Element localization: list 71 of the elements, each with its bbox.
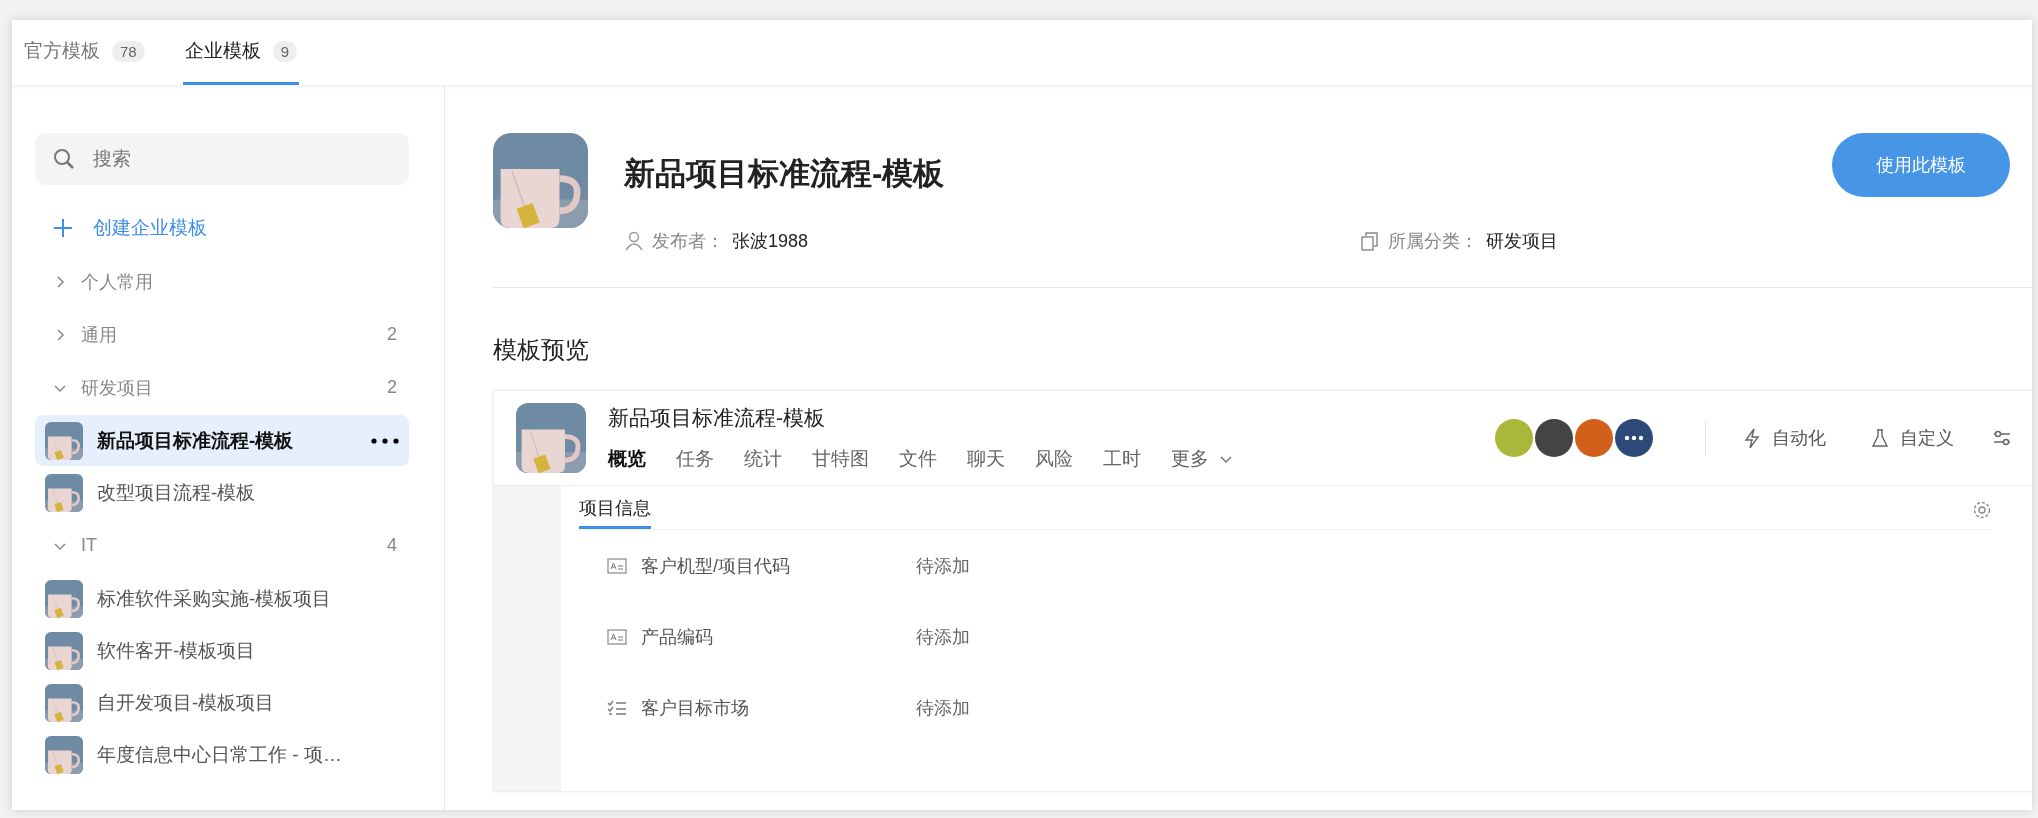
toolbar-action[interactable]: 自动化	[1736, 425, 1832, 451]
field-label: 产品编码	[641, 625, 714, 649]
cup-picture	[45, 683, 83, 722]
publisher-label: 发布者：	[652, 230, 724, 253]
search-field[interactable]: 搜索	[35, 133, 409, 185]
avatar[interactable]	[1535, 419, 1573, 457]
sliders-icon[interactable]	[1992, 428, 2012, 448]
category-label[interactable]: 通用	[81, 322, 373, 347]
template-name: 自开发项目-模板项目	[97, 690, 276, 715]
item-count: 2	[387, 324, 397, 345]
settings-icon[interactable]	[1972, 499, 1992, 520]
template-item[interactable]: 自开发项目-模板项目	[35, 677, 409, 728]
template-tab[interactable]: 企业模板 9	[182, 20, 300, 85]
field-value[interactable]: 待添加	[916, 553, 970, 578]
count-badge: 78	[112, 40, 145, 62]
category-label[interactable]: IT	[81, 535, 373, 556]
cup-picture	[45, 473, 83, 512]
category-label[interactable]: 个人常用	[81, 269, 397, 294]
project-nav-tab[interactable]: 概览	[608, 446, 646, 472]
category-field-label: 所属分类：	[1388, 230, 1478, 253]
project-nav-tab[interactable]: 统计	[744, 446, 782, 472]
field-value[interactable]: 待添加	[916, 624, 970, 649]
template-name: 标准软件采购实施-模板项目	[97, 586, 333, 611]
project-nav-tab[interactable]: 工时	[1103, 446, 1141, 472]
template-tab[interactable]: 官方模板 78	[22, 20, 147, 85]
category-value: 研发项目	[1486, 230, 1558, 253]
template-title: 新品项目标准流程-模板	[624, 155, 945, 193]
template-name: 改型项目流程-模板	[97, 480, 257, 505]
preview-heading: 模板预览	[493, 335, 590, 365]
cup-picture	[45, 579, 83, 618]
template-name: 新品项目标准流程-模板	[97, 428, 295, 453]
template-item[interactable]: 标准软件采购实施-模板项目	[35, 573, 409, 624]
field-label: 客户机型/项目代码	[641, 554, 791, 578]
flask-icon	[1870, 428, 1890, 448]
toolbar-action[interactable]: 自定义	[1864, 425, 1960, 451]
more-members-icon[interactable]	[1615, 419, 1653, 457]
field-label: 客户目标市场	[641, 696, 750, 720]
cup-picture	[45, 735, 83, 774]
cup-picture	[45, 421, 83, 460]
cup-picture	[45, 631, 83, 670]
plus-icon[interactable]	[53, 218, 73, 238]
template-item[interactable]: 改型项目流程-模板	[35, 467, 409, 518]
cup-picture	[516, 403, 586, 473]
person-icon	[624, 231, 644, 251]
count-badge: 9	[272, 40, 298, 62]
text-field-icon	[607, 557, 627, 574]
template-name: 软件客开-模板项目	[97, 638, 257, 663]
lightning-icon	[1742, 428, 1762, 448]
copy-icon	[1360, 231, 1380, 251]
project-nav-tab[interactable]: 风险	[1035, 446, 1073, 472]
publisher-name: 张波1988	[732, 230, 809, 253]
content-tab[interactable]: 项目信息	[579, 490, 651, 529]
project-nav-tab[interactable]: 甘特图	[812, 446, 869, 472]
template-name: 年度信息中心日常工作 - 项…	[97, 742, 343, 767]
project-title: 新品项目标准流程-模板	[608, 405, 826, 431]
template-item[interactable]: 软件客开-模板项目	[35, 625, 409, 676]
text-field-icon	[607, 628, 627, 645]
category-label[interactable]: 研发项目	[81, 375, 373, 400]
template-item[interactable]: 新品项目标准流程-模板	[35, 415, 409, 466]
checklist-icon	[607, 699, 627, 716]
more-icon[interactable]	[371, 437, 399, 444]
project-nav-tab[interactable]: 聊天	[967, 446, 1005, 472]
project-nav-tab[interactable]: 任务	[676, 446, 714, 472]
more-menu[interactable]: 更多	[1171, 446, 1233, 472]
project-nav-tab[interactable]: 文件	[899, 446, 937, 472]
use-template-button[interactable]: 使用此模板	[1832, 133, 2010, 197]
template-item[interactable]: 年度信息中心日常工作 - 项…	[35, 729, 409, 780]
item-count: 2	[387, 377, 397, 398]
field-value[interactable]: 待添加	[916, 695, 970, 720]
create-template-link[interactable]: 创建企业模板	[93, 215, 207, 241]
item-count: 4	[387, 535, 397, 556]
